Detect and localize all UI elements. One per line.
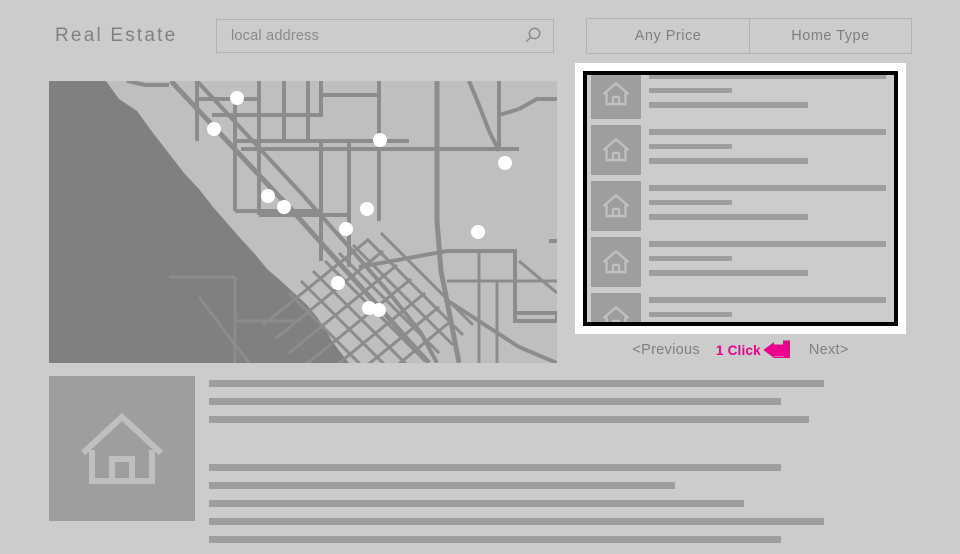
map-viewport[interactable] [49,81,557,363]
placeholder-bar [649,102,808,108]
placeholder-bar [649,297,886,303]
listings-frame[interactable] [583,71,898,326]
placeholder-bar [209,500,744,507]
list-item[interactable] [587,75,894,124]
listing-thumbnail [591,125,641,175]
filter-home-type-button[interactable]: Home Type [749,19,911,53]
listing-text-placeholder [649,75,886,117]
house-icon [602,305,630,322]
filter-any-price-button[interactable]: Any Price [587,19,749,53]
listing-text-placeholder [649,129,886,173]
listing-text-placeholder [649,297,886,322]
page-title: Real Estate [55,25,178,46]
house-icon [80,412,164,484]
placeholder-bar [649,129,886,135]
placeholder-bar [649,214,808,220]
list-item[interactable] [587,237,894,292]
list-item[interactable] [587,293,894,322]
listings-panel [575,63,906,334]
listing-thumbnail [591,293,641,322]
listing-thumbnail [591,181,641,231]
placeholder-bar [209,464,781,471]
listings-scroll-area[interactable] [587,75,894,322]
house-icon [602,81,630,106]
header-bar: Real Estate local address Any Price Home… [0,0,960,72]
pagination: <Previous 1 Click Next> [575,337,906,363]
listing-thumbnail [591,237,641,287]
placeholder-bar [649,270,808,276]
one-click-annotation: 1 Click [716,340,791,360]
placeholder-bar [209,398,781,405]
app-root: Real Estate local address Any Price Home… [0,0,960,543]
placeholder-bar [209,518,824,525]
placeholder-bar [649,88,732,93]
placeholder-bar [649,256,732,261]
placeholder-bar [649,158,808,164]
map-graphic [49,81,557,363]
previous-page-link[interactable]: <Previous [632,342,700,358]
placeholder-bar [649,185,886,191]
search-icon[interactable] [523,26,543,46]
placeholder-bar [209,416,809,423]
left-arrow-icon [763,340,790,358]
detail-text-placeholder [209,380,909,554]
placeholder-bar [209,380,824,387]
house-icon [602,137,630,162]
listing-text-placeholder [649,185,886,229]
placeholder-bar [649,200,732,205]
placeholder-bar [649,75,886,79]
listing-thumbnail [591,75,641,119]
listing-text-placeholder [649,241,886,285]
house-icon [602,193,630,218]
detail-thumbnail[interactable] [49,376,195,521]
filter-button-group: Any Price Home Type [586,18,912,54]
next-page-link[interactable]: Next> [809,342,849,358]
house-icon [602,249,630,274]
placeholder-bar [649,144,732,149]
list-item[interactable] [587,125,894,180]
placeholder-bar [649,312,732,317]
list-item[interactable] [587,181,894,236]
search-input-value: local address [231,28,320,44]
search-input[interactable]: local address [216,19,554,53]
placeholder-bar [209,482,675,489]
one-click-label: 1 Click [715,342,761,358]
placeholder-bar [649,241,886,247]
